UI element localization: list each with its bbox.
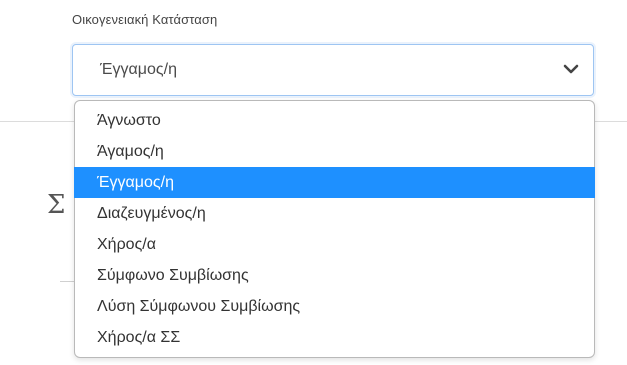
- option-lysi-symfonou-symviosis[interactable]: Λύση Σύμφωνου Συμβίωσης: [75, 291, 594, 322]
- option-agnosto[interactable]: Άγνωστο: [75, 105, 594, 136]
- marital-status-options-list[interactable]: Άγνωστο Άγαμος/η Έγγαμος/η Διαζευγμένος/…: [74, 100, 595, 358]
- chevron-down-icon: [563, 63, 579, 75]
- marital-status-selected-value: Έγγαμος/η: [100, 61, 177, 78]
- background-partial-heading: Σ: [47, 190, 66, 220]
- option-chiros-ss[interactable]: Χήρος/α ΣΣ: [75, 322, 594, 353]
- option-chiros[interactable]: Χήρος/α: [75, 229, 594, 260]
- option-diazeugmenos[interactable]: Διαζευγμένος/η: [75, 198, 594, 229]
- marital-status-select[interactable]: Έγγαμος/η: [72, 44, 594, 96]
- option-eggamos[interactable]: Έγγαμος/η: [74, 167, 595, 198]
- marital-status-label: Οικογενειακή Κατάσταση: [72, 12, 218, 27]
- option-agamos[interactable]: Άγαμος/η: [75, 136, 594, 167]
- option-symfono-symviosis[interactable]: Σύμφωνο Συμβίωσης: [75, 260, 594, 291]
- page: Οικογενειακή Κατάσταση Έγγαμος/η Σ Άγνωσ…: [0, 0, 627, 365]
